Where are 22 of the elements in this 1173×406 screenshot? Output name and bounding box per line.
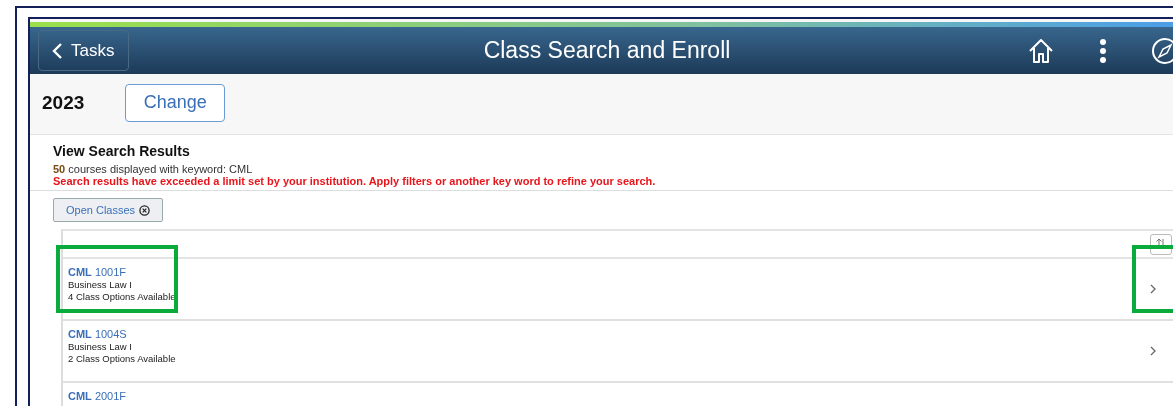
limit-warning: Search results have exceeded a limit set by your institution. Apply filters or another key word to refine your search. xyxy=(53,175,657,187)
class-options: 4 Class Options Available xyxy=(68,291,1133,303)
filter-chip[interactable]: Open Classes xyxy=(53,198,164,222)
chevron-right-icon[interactable] xyxy=(1149,346,1157,356)
class-options: 2 Class Options Available xyxy=(68,353,1133,365)
course-title: Business Law I xyxy=(68,279,133,291)
compass-icon[interactable] xyxy=(1151,36,1173,65)
course-code[interactable]: CML 1004S xyxy=(68,327,1133,341)
remove-icon xyxy=(139,204,151,216)
course-title: Business Law I xyxy=(68,341,133,353)
home-icon[interactable] xyxy=(1027,36,1055,65)
term-year: 2023 xyxy=(42,91,85,114)
chevron-left-icon xyxy=(51,41,63,60)
page-title: Class Search and Enroll xyxy=(483,37,731,64)
chevron-right-icon[interactable] xyxy=(1149,284,1157,294)
results-summary: 50 courses displayed with keyword: CML xyxy=(53,163,254,175)
results-heading: View Search Results xyxy=(53,143,191,159)
more-options-icon[interactable] xyxy=(1099,37,1107,64)
back-button[interactable]: Tasks xyxy=(38,30,129,71)
change-button[interactable]: Change xyxy=(125,83,226,122)
course-code[interactable]: CML 2001F xyxy=(68,389,1133,403)
course-code[interactable]: CML 1001F xyxy=(68,265,1133,279)
